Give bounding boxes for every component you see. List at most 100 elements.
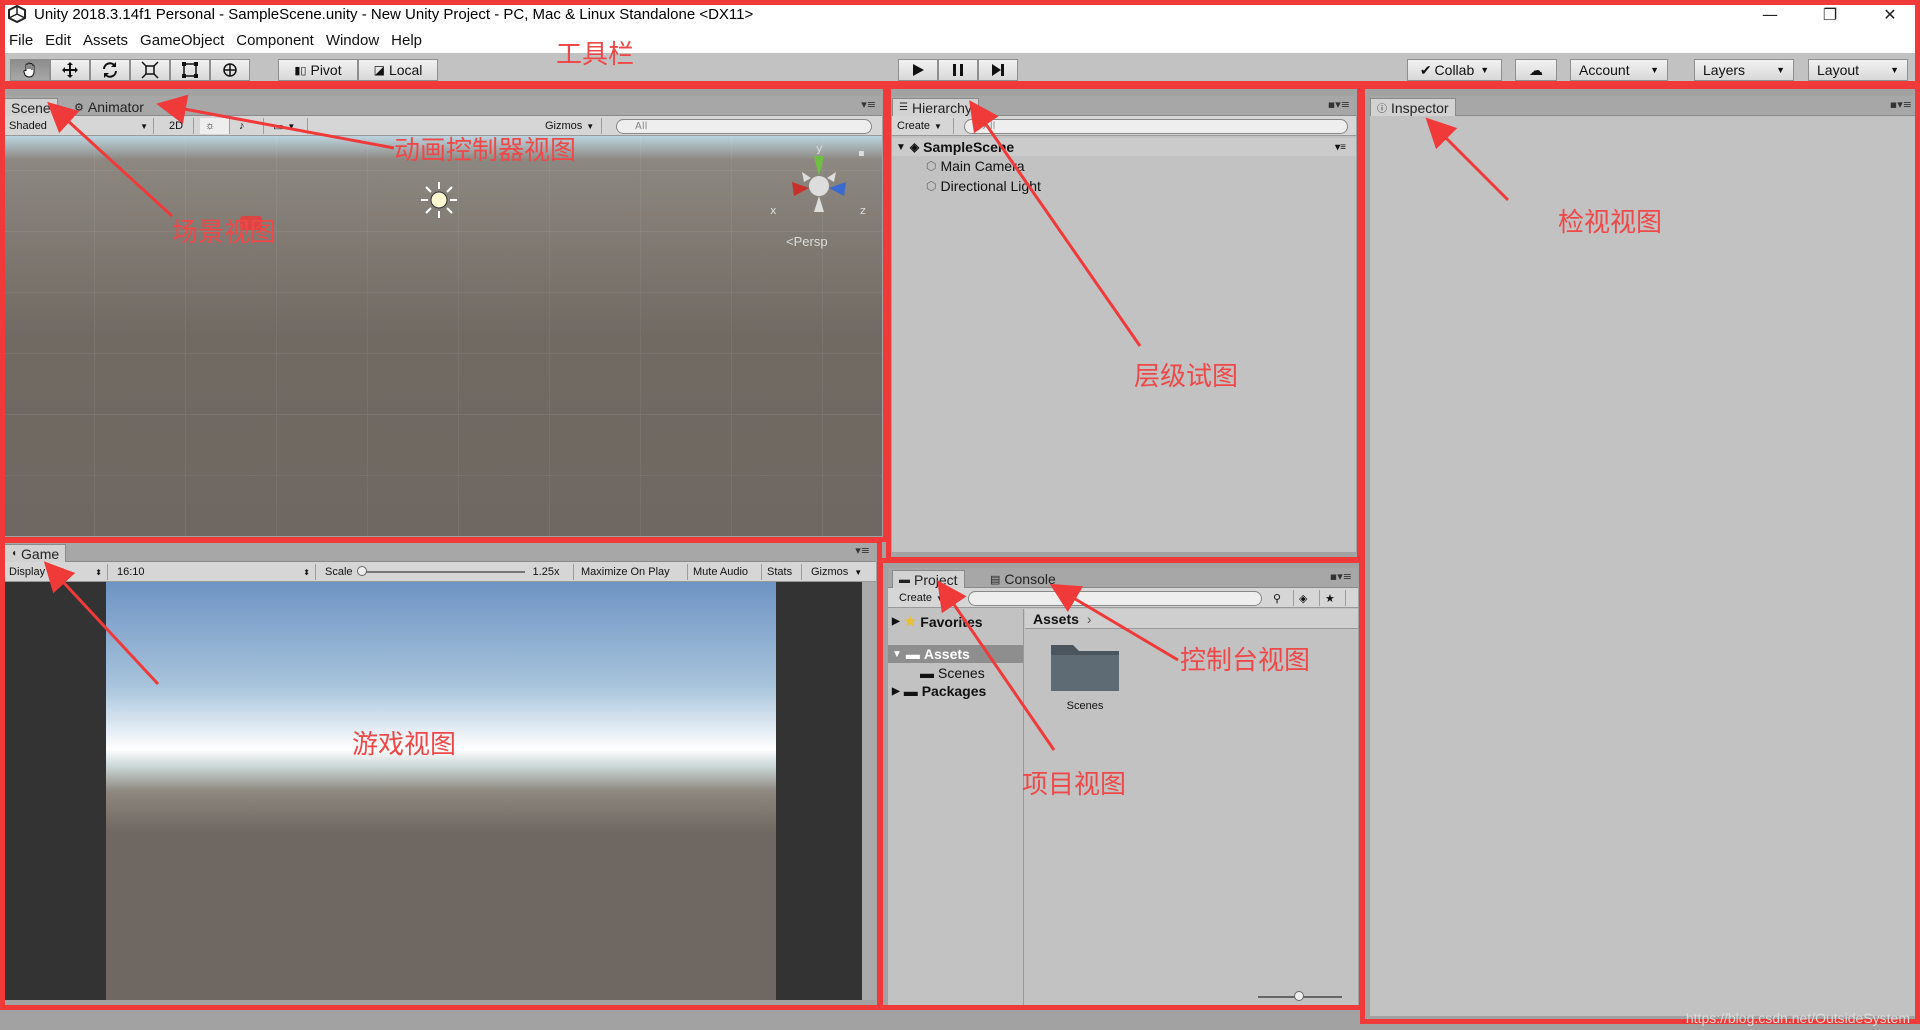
close-button[interactable]: ✕ [1860, 0, 1920, 28]
menu-component[interactable]: Component [236, 32, 314, 49]
account-group: Account ▼ [1570, 59, 1668, 81]
rect-tool-button[interactable] [170, 59, 210, 81]
restore-button[interactable]: ❐ [1800, 0, 1860, 28]
shading-mode-dropdown[interactable]: Shaded ▼ [4, 118, 154, 134]
transform-tool-button[interactable] [210, 59, 250, 81]
collab-label: Collab [1434, 62, 1475, 78]
zoom-slider-thumb[interactable] [1294, 991, 1304, 1001]
layout-dropdown[interactable]: Layout ▼ [1808, 59, 1908, 81]
hand-tool-button[interactable] [10, 59, 50, 81]
tab-inspector[interactable]: ⓘ Inspector [1370, 98, 1456, 116]
play-button[interactable] [898, 59, 938, 81]
mute-audio-toggle[interactable]: Mute Audio [688, 564, 762, 580]
local-label: Local [388, 62, 423, 78]
scene-search-input[interactable]: All [616, 119, 872, 134]
favorite-button[interactable]: ★ [1320, 590, 1346, 606]
watermark: https://blog.csdn.net/OutsideSystem [1685, 1010, 1910, 1026]
chevron-down-icon: ▼ [287, 121, 296, 131]
audio-toggle[interactable]: ♪ [234, 118, 264, 134]
menu-window[interactable]: Window [326, 32, 379, 49]
minimize-button[interactable]: — [1740, 0, 1800, 28]
lock-icon[interactable]: ▪ [858, 148, 865, 159]
chevron-down-icon: ▼ [854, 567, 863, 577]
breadcrumb-item[interactable]: Assets [1033, 611, 1079, 627]
hierarchy-create-button[interactable]: Create ▼ [892, 118, 954, 134]
local-button[interactable]: ◪ Local [358, 59, 438, 81]
window-title: Unity 2018.3.14f1 Personal - SampleScene… [34, 5, 754, 23]
tab-scene[interactable]: Scene [4, 98, 58, 116]
effects-dropdown[interactable]: ▭ ▼ [268, 118, 308, 134]
panel-menu-icon[interactable]: ▪▾≡ [1890, 98, 1912, 111]
assets-item[interactable]: ▼ ▬ Assets [888, 645, 1023, 663]
menu-gameobject[interactable]: GameObject [140, 32, 224, 49]
tab-animator[interactable]: ⚙ Animator [68, 98, 150, 116]
zoom-slider[interactable] [1258, 991, 1342, 1001]
menu-file[interactable]: File [9, 32, 33, 49]
scale-slider-thumb[interactable] [356, 566, 367, 576]
2d-toggle[interactable]: 2D [164, 118, 194, 134]
star-icon: ★ [903, 613, 917, 629]
pause-button[interactable] [938, 59, 978, 81]
scale-label: Scale [325, 566, 353, 578]
stats-toggle[interactable]: Stats [762, 564, 802, 580]
panel-menu-icon[interactable]: ▪▾≡ [1328, 98, 1350, 111]
collab-button[interactable]: ✔ Collab ▼ [1407, 59, 1502, 81]
rotate-tool-button[interactable] [90, 59, 130, 81]
menu-assets[interactable]: Assets [83, 32, 128, 49]
panel-menu-icon[interactable]: ▾≡ [855, 544, 870, 557]
favorites-item[interactable]: ▶ ★ Favorites [892, 613, 983, 630]
display-dropdown[interactable]: Display 1 ⬍ [4, 564, 108, 580]
project-create-button[interactable]: Create ▼ [894, 590, 954, 606]
panel-menu-icon[interactable]: ▾≡ [861, 98, 876, 111]
game-gizmos-dropdown[interactable]: Gizmos ▼ [806, 564, 874, 580]
move-tool-button[interactable] [50, 59, 90, 81]
game-scrollbar[interactable] [862, 582, 876, 1000]
create-label: Create [899, 592, 933, 604]
star-icon: ★ [1325, 592, 1335, 605]
animator-annotation: 动画控制器视图 [394, 136, 577, 166]
chevron-down-icon: ▼ [934, 121, 942, 131]
expand-arrow-icon: ▶ [892, 685, 900, 697]
account-dropdown[interactable]: Account ▼ [1570, 59, 1668, 81]
hierarchy-search-input[interactable]: All [964, 119, 1348, 134]
scale-slider[interactable]: Scale 1.25x [320, 564, 574, 580]
step-button[interactable] [978, 59, 1018, 81]
aspect-dropdown[interactable]: 16:10 ⬍ [112, 564, 316, 580]
chevron-down-icon: ▼ [1650, 65, 1659, 75]
scale-tool-button[interactable] [130, 59, 170, 81]
menu-edit[interactable]: Edit [45, 32, 71, 49]
game-viewport[interactable] [4, 582, 876, 1000]
filter-label-button[interactable]: ◈ [1294, 590, 1320, 606]
hierarchy-item[interactable]: ⬡ Main Camera [926, 158, 1025, 174]
cloud-button[interactable]: ☁ [1515, 59, 1557, 81]
tab-game[interactable]: ◖ Game [4, 544, 67, 562]
tag-icon: ◈ [1299, 592, 1308, 605]
maximize-on-play-toggle[interactable]: Maximize On Play [576, 564, 688, 580]
pivot-group: ▮▯ Pivot ◪ Local [278, 59, 438, 81]
directional-light-icon [421, 182, 457, 218]
layout-group: Layout ▼ [1808, 59, 1908, 81]
filter-type-button[interactable]: ⚲ [1268, 590, 1294, 606]
lighting-toggle[interactable]: ☼ [200, 118, 230, 134]
packages-item[interactable]: ▶ ▬ Packages [892, 683, 986, 699]
tab-console[interactable]: ▤ Console [984, 570, 1062, 588]
hierarchy-item[interactable]: ⬡ Directional Light [926, 178, 1041, 194]
scene-menu-icon[interactable]: ▾≡ [1335, 142, 1346, 153]
tab-hierarchy[interactable]: ☰ Hierarchy [892, 98, 979, 116]
pivot-button[interactable]: ▮▯ Pivot [278, 59, 358, 81]
folder-icon: ▬ [903, 683, 918, 699]
scene-root-item[interactable]: ▼ ◈ SampleScene ▾≡ [892, 138, 1356, 156]
scene-viewport[interactable]: y x z ▪ <Persp [4, 136, 882, 536]
layers-dropdown[interactable]: Layers ▼ [1694, 59, 1794, 81]
gizmo-axis-z-label: z [860, 204, 866, 217]
move-arrows-icon [62, 62, 78, 78]
scale-slider-track[interactable] [356, 566, 525, 576]
projection-toggle[interactable]: <Persp [786, 234, 828, 249]
asset-folder-tile[interactable]: Scenes [1047, 637, 1123, 712]
scenes-folder-item[interactable]: ▬ Scenes [920, 665, 985, 681]
menu-help[interactable]: Help [391, 32, 422, 49]
project-search-input[interactable] [968, 591, 1262, 606]
tab-project[interactable]: ▬ Project [892, 570, 965, 588]
panel-menu-icon[interactable]: ▪▾≡ [1330, 570, 1352, 583]
chevron-down-icon: ▼ [140, 121, 148, 131]
